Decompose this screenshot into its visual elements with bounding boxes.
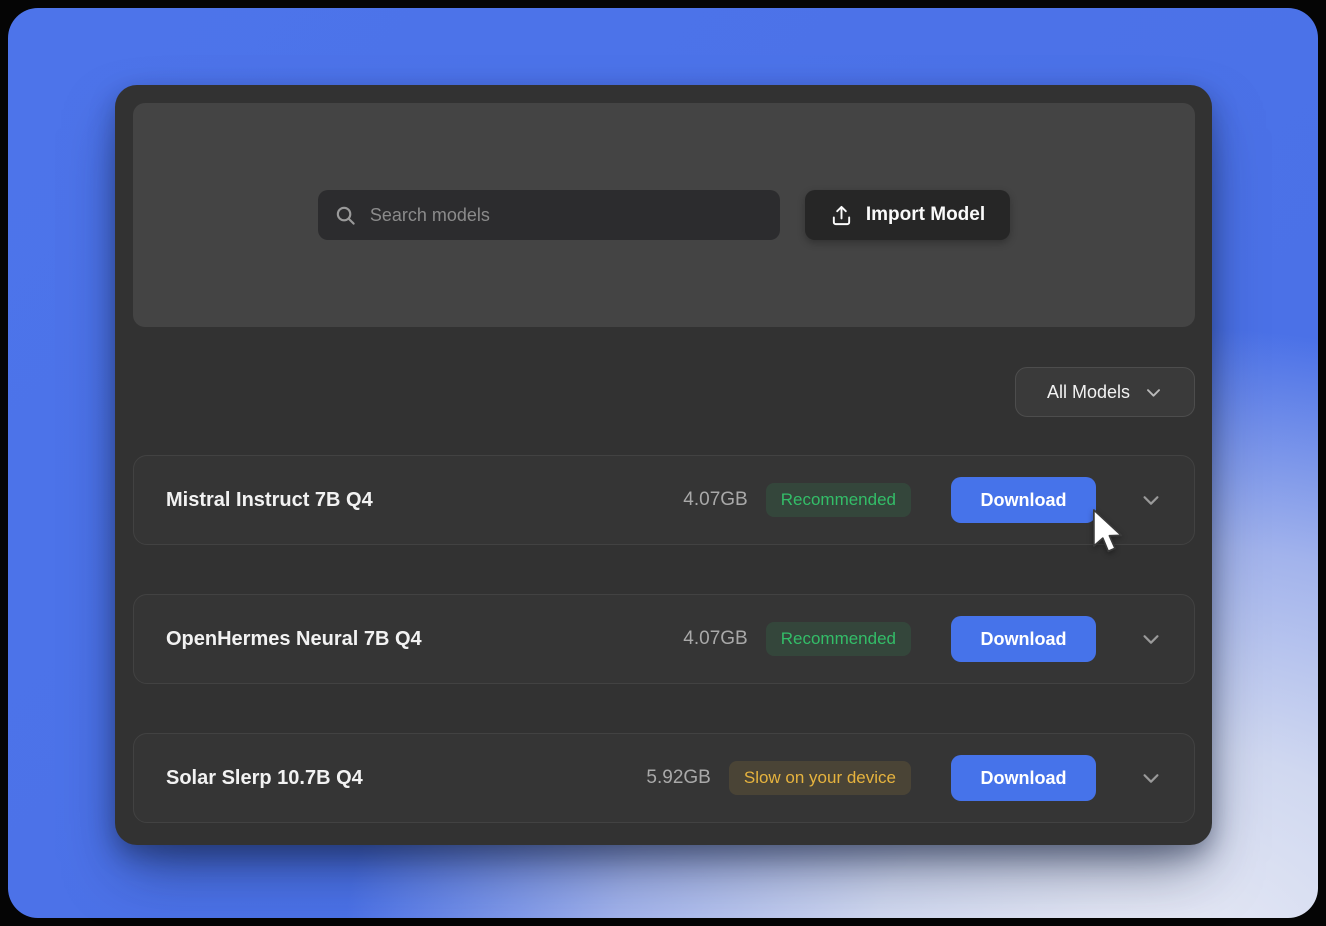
search-input[interactable]	[370, 205, 764, 226]
model-name: Mistral Instruct 7B Q4	[166, 489, 373, 512]
import-model-label: Import Model	[866, 204, 985, 226]
model-badge: Recommended	[766, 483, 911, 517]
model-name: Solar Slerp 10.7B Q4	[166, 767, 363, 790]
header-section: Import Model	[133, 103, 1195, 327]
filter-row: All Models	[133, 367, 1195, 417]
model-row: Mistral Instruct 7B Q4 4.07GB Recommende…	[133, 455, 1195, 545]
model-badge: Recommended	[766, 622, 911, 656]
screen: { "header": { "search": { "placeholder":…	[0, 0, 1326, 926]
chevron-down-icon	[1140, 489, 1162, 511]
model-filter-value: All Models	[1047, 382, 1130, 403]
chevron-down-icon	[1144, 383, 1163, 402]
model-list: Mistral Instruct 7B Q4 4.07GB Recommende…	[133, 455, 1195, 823]
chevron-down-icon	[1140, 628, 1162, 650]
expand-row-button[interactable]	[1138, 765, 1164, 791]
search-icon	[334, 204, 357, 227]
model-browser-panel: Import Model All Models Mistral Instruct…	[115, 85, 1212, 845]
model-size: 4.07GB	[683, 628, 747, 650]
import-model-button[interactable]: Import Model	[805, 190, 1010, 240]
model-row: Solar Slerp 10.7B Q4 5.92GB Slow on your…	[133, 733, 1195, 823]
model-badge: Slow on your device	[729, 761, 911, 795]
search-box[interactable]	[318, 190, 780, 240]
model-size: 5.92GB	[646, 767, 710, 789]
model-row: OpenHermes Neural 7B Q4 4.07GB Recommend…	[133, 594, 1195, 684]
model-size: 4.07GB	[683, 489, 747, 511]
upload-icon	[830, 204, 853, 227]
expand-row-button[interactable]	[1138, 626, 1164, 652]
model-filter-dropdown[interactable]: All Models	[1015, 367, 1195, 417]
expand-row-button[interactable]	[1138, 487, 1164, 513]
chevron-down-icon	[1140, 767, 1162, 789]
model-name: OpenHermes Neural 7B Q4	[166, 628, 422, 651]
download-button[interactable]: Download	[951, 755, 1096, 801]
download-button[interactable]: Download	[951, 477, 1096, 523]
download-button[interactable]: Download	[951, 616, 1096, 662]
